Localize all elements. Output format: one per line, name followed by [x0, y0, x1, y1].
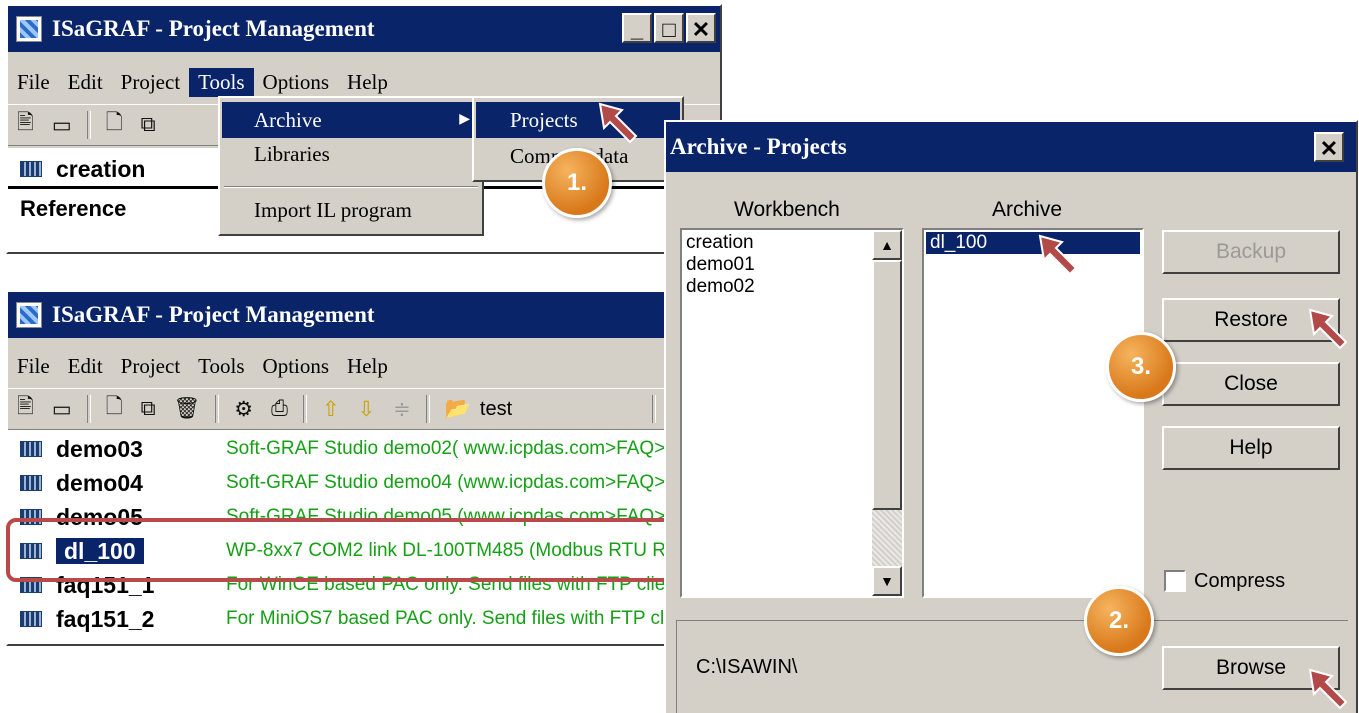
workbench-item[interactable]: demo01 — [686, 254, 755, 276]
close-dialog-button[interactable]: Close — [1162, 362, 1340, 406]
open-folder-icon[interactable]: 📂 — [436, 397, 480, 421]
maximize-button[interactable]: □ — [654, 13, 684, 43]
toolbar-separator — [302, 395, 307, 423]
pointer-arrow-icon — [598, 102, 638, 144]
archive-label: Archive — [992, 198, 1063, 221]
dialog-title: Archive - Projects — [670, 134, 847, 159]
scroll-down-arrow-icon[interactable]: ▼ — [872, 566, 902, 596]
sort-icon[interactable]: ≑ — [384, 397, 420, 422]
path-text: C:\ISAWIN\ — [696, 656, 798, 678]
close-button[interactable]: ✕ — [1314, 132, 1344, 162]
compress-checkbox[interactable] — [1164, 570, 1186, 592]
copy-icon[interactable]: ⧉ — [132, 113, 165, 137]
close-button[interactable]: ✕ — [686, 13, 716, 43]
menu-options[interactable]: Options — [254, 68, 339, 97]
archive-list[interactable]: dl_100 — [922, 228, 1144, 598]
reference-label: Reference — [20, 196, 127, 221]
backup-button[interactable]: Backup — [1162, 230, 1340, 274]
step-3-badge: 3. — [1106, 332, 1176, 402]
project-icon — [20, 441, 42, 457]
archive-projects-dialog: Archive - Projects ✕ Workbench Archive c… — [664, 120, 1358, 713]
move-up-icon[interactable]: ⇧ — [313, 397, 349, 422]
workbench-item[interactable]: creation — [686, 232, 754, 254]
menu-item-archive[interactable]: Archive ▶ — [222, 102, 480, 138]
toolbar-separator — [86, 111, 91, 139]
scroll-up-arrow-icon[interactable]: ▲ — [872, 230, 902, 260]
project-name: demo03 — [56, 435, 143, 462]
new-file-icon[interactable]: 🗋 — [97, 392, 132, 427]
toolbar-separator — [425, 395, 430, 423]
menu-help[interactable]: Help — [338, 352, 397, 381]
menu-project[interactable]: Project — [112, 68, 189, 97]
project-icon — [20, 475, 42, 491]
submenu-arrow-icon: ▶ — [459, 112, 470, 127]
toolbar-separator — [215, 395, 220, 423]
project-name: creation — [56, 155, 146, 182]
toolbar-separator — [652, 395, 657, 423]
workbench-label: Workbench — [734, 198, 840, 221]
project-description: For MiniOS7 based PAC only. Send files w… — [226, 608, 701, 629]
menu-project[interactable]: Project — [112, 352, 189, 381]
properties-icon[interactable]: 🖹 — [8, 108, 43, 143]
tools-dropdown-menu: Archive ▶ Libraries Import IL program — [218, 96, 484, 236]
minimize-button[interactable]: _ — [622, 13, 652, 43]
compress-label: Compress — [1194, 570, 1286, 592]
properties-icon[interactable]: 🖹 — [8, 392, 43, 427]
step-2-badge: 2. — [1084, 586, 1154, 656]
pointer-arrow-icon — [1038, 234, 1078, 276]
project-name: demo04 — [56, 469, 143, 496]
window-title: ISaGRAF - Project Management — [52, 302, 375, 327]
project-description: Soft-GRAF Studio demo04 (www.icpdas.com>… — [226, 472, 700, 493]
view-icon[interactable]: ▭ — [43, 397, 81, 422]
menu-tools[interactable]: Tools — [189, 67, 254, 97]
menu-options[interactable]: Options — [254, 352, 339, 381]
print-icon[interactable]: ⎙ — [262, 397, 297, 421]
title-bar[interactable]: Archive - Projects — [666, 122, 1356, 172]
menu-file[interactable]: File — [8, 68, 59, 97]
delete-icon[interactable]: 🗑 — [165, 397, 210, 421]
step-1-badge: 1. — [542, 148, 612, 218]
workbench-item[interactable]: demo02 — [686, 276, 755, 298]
toolbar-test-label[interactable]: test — [480, 398, 512, 421]
window-title: ISaGRAF - Project Management — [52, 16, 375, 41]
scroll-thumb[interactable] — [872, 260, 902, 510]
menu-edit[interactable]: Edit — [59, 68, 112, 97]
copy-icon[interactable]: ⧉ — [132, 397, 165, 421]
project-description: Soft-GRAF Studio demo02( www.icpdas.com>… — [226, 438, 713, 459]
menu-item-import-il[interactable]: Import IL program — [254, 198, 412, 223]
menu-item-libraries[interactable]: Libraries — [254, 142, 330, 167]
isagraf-app-icon — [16, 16, 42, 42]
archive-item-selected[interactable]: dl_100 — [926, 232, 1140, 254]
menu-tools[interactable]: Tools — [189, 352, 253, 381]
project-name: faq151_2 — [56, 605, 155, 632]
toolbar-separator — [86, 395, 91, 423]
vertical-scrollbar[interactable]: ▲ ▼ — [872, 230, 902, 596]
menu-divider — [224, 186, 478, 188]
title-bar[interactable]: ISaGRAF - Project Management — [8, 6, 720, 52]
view-icon[interactable]: ▭ — [43, 113, 81, 138]
menu-edit[interactable]: Edit — [59, 352, 112, 381]
menu-help[interactable]: Help — [338, 68, 397, 97]
project-icon — [20, 611, 42, 627]
isagraf-app-icon — [16, 302, 42, 328]
compile-icon[interactable]: ⚙ — [225, 397, 262, 422]
project-icon — [20, 161, 42, 177]
pointer-arrow-icon — [1308, 308, 1348, 350]
submenu-item-projects[interactable]: Projects — [476, 102, 680, 138]
new-file-icon[interactable]: 🗋 — [97, 108, 132, 143]
menu-bar: File Edit Project Tools Options Help — [8, 64, 720, 100]
pointer-arrow-icon — [1308, 668, 1348, 710]
menu-file[interactable]: File — [8, 352, 59, 381]
workbench-list[interactable]: creation demo01 demo02 ▲ ▼ — [680, 228, 904, 598]
move-down-icon[interactable]: ⇩ — [349, 397, 385, 422]
help-button[interactable]: Help — [1162, 426, 1340, 470]
